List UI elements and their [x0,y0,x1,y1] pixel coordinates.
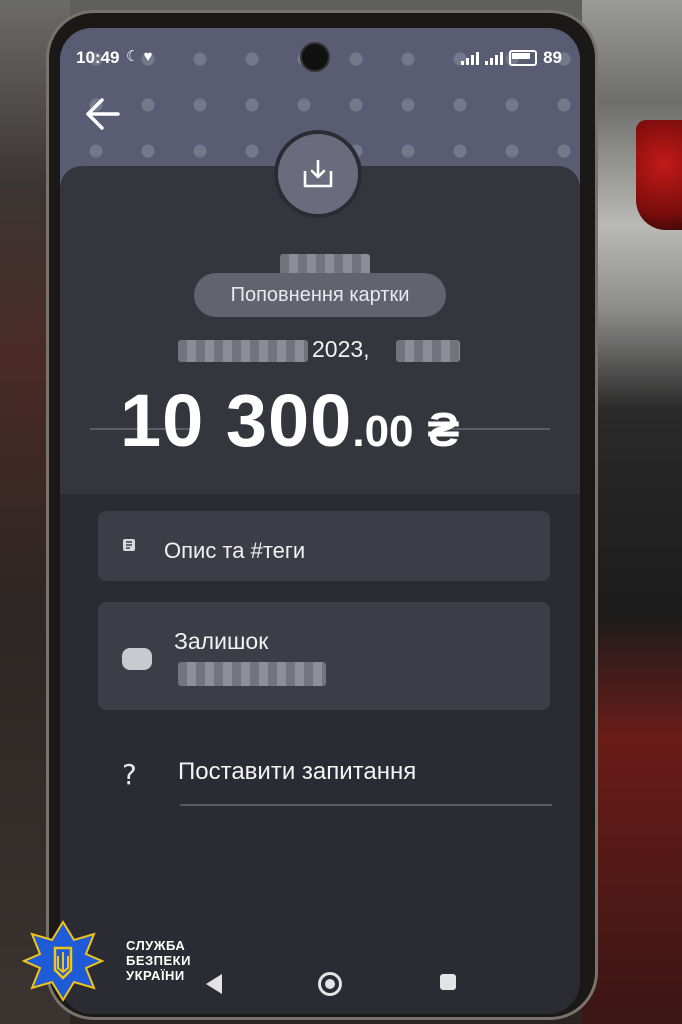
redacted-date [178,340,308,362]
description-tags-label: Опис та #теги [164,538,306,563]
signal-4g-icon [485,51,504,65]
sbu-line-1: СЛУЖБА [126,938,186,953]
phone-screen: 10:49 ☾ ♥ 89 Поповнення картки 2023, 10 … [60,28,580,1014]
transaction-type-badge: Поповнення картки [194,273,446,317]
transaction-amount: 10 300.00 ₴ [120,378,540,463]
balance-label: Залишок [174,628,269,654]
notification-icons: ☾ ♥ [126,48,153,65]
red-object-background [636,120,682,230]
signal-icon [461,51,480,65]
redacted-time [396,340,460,362]
sbu-line-3: УКРАЇНИ [126,968,185,983]
sbu-line-2: БЕЗПЕКИ [126,953,191,968]
status-right-group: 89 [461,48,562,68]
question-icon: ? [122,758,137,791]
front-camera [300,42,330,72]
question-divider [180,804,552,806]
currency-symbol: ₴ [427,404,460,457]
amount-main: 10 300 [120,379,353,462]
sbu-emblem-icon [22,920,104,1002]
amount-cents: .00 [352,407,414,456]
status-time: 10:49 [76,48,120,67]
battery-percent: 89 [543,48,562,67]
redacted-balance-value [178,662,326,686]
nav-recents-icon[interactable] [440,974,456,990]
sbu-watermark-text: СЛУЖБА БЕЗПЕКИ УКРАЇНИ [126,938,191,983]
wallet-icon [122,648,152,670]
nav-back-icon[interactable] [206,974,222,994]
download-receipt-button[interactable] [274,130,362,218]
nav-home-icon[interactable] [318,972,342,996]
balance-card [98,602,550,710]
download-icon [303,159,333,188]
note-icon [122,538,136,552]
battery-icon [509,50,538,66]
back-arrow-icon[interactable] [82,96,126,136]
ask-question-button[interactable]: Поставити запитання [178,758,416,786]
transaction-date-year: 2023, [312,336,370,362]
